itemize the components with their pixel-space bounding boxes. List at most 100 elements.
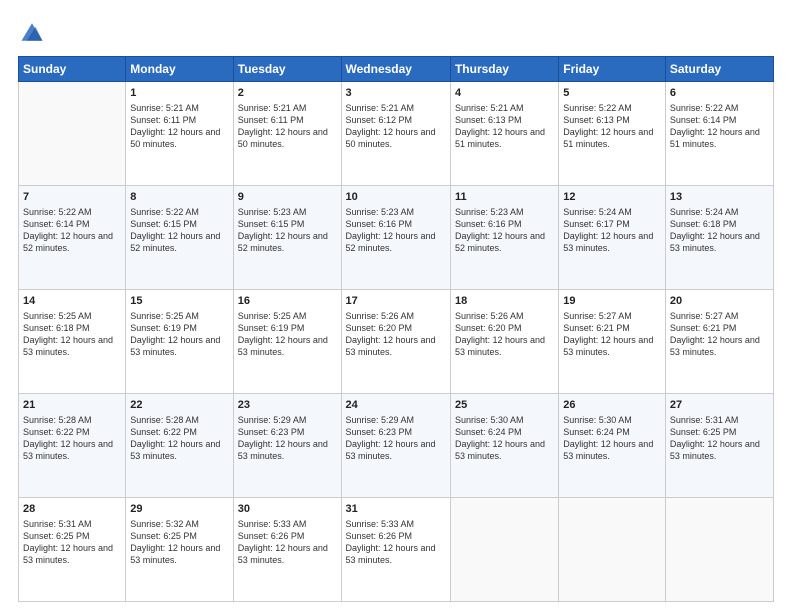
calendar-cell: 4Sunrise: 5:21 AMSunset: 6:13 PMDaylight… [450,82,558,186]
day-info: Sunrise: 5:26 AMSunset: 6:20 PMDaylight:… [346,310,446,359]
header-day-thursday: Thursday [450,57,558,82]
calendar-cell: 3Sunrise: 5:21 AMSunset: 6:12 PMDaylight… [341,82,450,186]
day-number: 7 [23,190,121,205]
day-info: Sunrise: 5:22 AMSunset: 6:14 PMDaylight:… [670,102,769,151]
calendar-week-3: 14Sunrise: 5:25 AMSunset: 6:18 PMDayligh… [19,290,774,394]
day-number: 21 [23,398,121,413]
calendar-cell: 30Sunrise: 5:33 AMSunset: 6:26 PMDayligh… [233,498,341,602]
calendar-cell: 13Sunrise: 5:24 AMSunset: 6:18 PMDayligh… [665,186,773,290]
calendar-header-row: SundayMondayTuesdayWednesdayThursdayFrid… [19,57,774,82]
day-number: 24 [346,398,446,413]
header-day-monday: Monday [126,57,233,82]
day-info: Sunrise: 5:25 AMSunset: 6:18 PMDaylight:… [23,310,121,359]
day-number: 3 [346,86,446,101]
calendar-cell: 6Sunrise: 5:22 AMSunset: 6:14 PMDaylight… [665,82,773,186]
calendar-week-4: 21Sunrise: 5:28 AMSunset: 6:22 PMDayligh… [19,394,774,498]
day-number: 19 [563,294,661,309]
day-info: Sunrise: 5:22 AMSunset: 6:14 PMDaylight:… [23,206,121,255]
day-number: 31 [346,502,446,517]
calendar-cell: 7Sunrise: 5:22 AMSunset: 6:14 PMDaylight… [19,186,126,290]
day-info: Sunrise: 5:28 AMSunset: 6:22 PMDaylight:… [130,414,228,463]
day-info: Sunrise: 5:24 AMSunset: 6:18 PMDaylight:… [670,206,769,255]
calendar-cell: 12Sunrise: 5:24 AMSunset: 6:17 PMDayligh… [559,186,666,290]
day-info: Sunrise: 5:23 AMSunset: 6:15 PMDaylight:… [238,206,337,255]
day-info: Sunrise: 5:27 AMSunset: 6:21 PMDaylight:… [670,310,769,359]
day-number: 14 [23,294,121,309]
header-day-friday: Friday [559,57,666,82]
day-number: 30 [238,502,337,517]
header-day-sunday: Sunday [19,57,126,82]
calendar-table: SundayMondayTuesdayWednesdayThursdayFrid… [18,56,774,602]
day-number: 6 [670,86,769,101]
day-info: Sunrise: 5:23 AMSunset: 6:16 PMDaylight:… [455,206,554,255]
day-number: 15 [130,294,228,309]
calendar-cell: 20Sunrise: 5:27 AMSunset: 6:21 PMDayligh… [665,290,773,394]
day-info: Sunrise: 5:29 AMSunset: 6:23 PMDaylight:… [346,414,446,463]
day-number: 11 [455,190,554,205]
logo [18,18,48,46]
calendar-cell: 19Sunrise: 5:27 AMSunset: 6:21 PMDayligh… [559,290,666,394]
calendar-cell: 26Sunrise: 5:30 AMSunset: 6:24 PMDayligh… [559,394,666,498]
day-number: 12 [563,190,661,205]
day-number: 13 [670,190,769,205]
calendar-cell: 8Sunrise: 5:22 AMSunset: 6:15 PMDaylight… [126,186,233,290]
calendar-cell: 28Sunrise: 5:31 AMSunset: 6:25 PMDayligh… [19,498,126,602]
day-info: Sunrise: 5:28 AMSunset: 6:22 PMDaylight:… [23,414,121,463]
day-number: 2 [238,86,337,101]
calendar-cell: 11Sunrise: 5:23 AMSunset: 6:16 PMDayligh… [450,186,558,290]
day-info: Sunrise: 5:23 AMSunset: 6:16 PMDaylight:… [346,206,446,255]
day-number: 10 [346,190,446,205]
day-info: Sunrise: 5:33 AMSunset: 6:26 PMDaylight:… [238,518,337,567]
day-info: Sunrise: 5:30 AMSunset: 6:24 PMDaylight:… [455,414,554,463]
calendar-week-1: 1 Sunrise: 5:21 AMSunset: 6:11 PMDaylight… [19,82,774,186]
calendar-cell [559,498,666,602]
day-info: Sunrise: 5:22 AMSunset: 6:15 PMDaylight:… [130,206,228,255]
calendar-cell: 2Sunrise: 5:21 AMSunset: 6:11 PMDaylight… [233,82,341,186]
day-number: 8 [130,190,228,205]
day-info: Sunrise: 5:25 AMSunset: 6:19 PMDaylight:… [130,310,228,359]
day-number: 5 [563,86,661,101]
day-info: Sunrise: 5:22 AMSunset: 6:13 PMDaylight:… [563,102,661,151]
calendar-cell [19,82,126,186]
calendar-cell: 31Sunrise: 5:33 AMSunset: 6:26 PMDayligh… [341,498,450,602]
day-number: 9 [238,190,337,205]
page: SundayMondayTuesdayWednesdayThursdayFrid… [0,0,792,612]
day-number: 26 [563,398,661,413]
day-info: Sunrise: 5:26 AMSunset: 6:20 PMDaylight:… [455,310,554,359]
day-number: 28 [23,502,121,517]
calendar-cell: 9Sunrise: 5:23 AMSunset: 6:15 PMDaylight… [233,186,341,290]
day-number: 16 [238,294,337,309]
day-number: 20 [670,294,769,309]
calendar-cell: 15Sunrise: 5:25 AMSunset: 6:19 PMDayligh… [126,290,233,394]
calendar-cell: 18Sunrise: 5:26 AMSunset: 6:20 PMDayligh… [450,290,558,394]
calendar-cell: 17Sunrise: 5:26 AMSunset: 6:20 PMDayligh… [341,290,450,394]
calendar-cell: 24Sunrise: 5:29 AMSunset: 6:23 PMDayligh… [341,394,450,498]
day-number: 27 [670,398,769,413]
calendar-cell: 27Sunrise: 5:31 AMSunset: 6:25 PMDayligh… [665,394,773,498]
calendar-cell: 16Sunrise: 5:25 AMSunset: 6:19 PMDayligh… [233,290,341,394]
calendar-cell [450,498,558,602]
day-info: Sunrise: 5:31 AMSunset: 6:25 PMDaylight:… [670,414,769,463]
calendar-cell: 29Sunrise: 5:32 AMSunset: 6:25 PMDayligh… [126,498,233,602]
day-number: 1 [130,86,228,101]
day-info: Sunrise: 5:25 AMSunset: 6:19 PMDaylight:… [238,310,337,359]
day-number: 4 [455,86,554,101]
calendar-cell: 10Sunrise: 5:23 AMSunset: 6:16 PMDayligh… [341,186,450,290]
day-number: 25 [455,398,554,413]
day-info: Sunrise: 5:24 AMSunset: 6:17 PMDaylight:… [563,206,661,255]
day-number: 17 [346,294,446,309]
day-info: Sunrise: 5:21 AMSunset: 6:12 PMDaylight:… [346,102,446,151]
day-number: 29 [130,502,228,517]
calendar-cell [665,498,773,602]
calendar-cell: 5Sunrise: 5:22 AMSunset: 6:13 PMDaylight… [559,82,666,186]
day-info: Sunrise: 5:21 AMSunset: 6:11 PMDaylight:… [238,102,337,151]
calendar-week-5: 28Sunrise: 5:31 AMSunset: 6:25 PMDayligh… [19,498,774,602]
calendar-cell: 21Sunrise: 5:28 AMSunset: 6:22 PMDayligh… [19,394,126,498]
header [18,18,774,46]
calendar-cell: 14Sunrise: 5:25 AMSunset: 6:18 PMDayligh… [19,290,126,394]
calendar-cell: 25Sunrise: 5:30 AMSunset: 6:24 PMDayligh… [450,394,558,498]
day-info: Sunrise: 5:29 AMSunset: 6:23 PMDaylight:… [238,414,337,463]
day-info: Sunrise: 5:32 AMSunset: 6:25 PMDaylight:… [130,518,228,567]
calendar-cell: 23Sunrise: 5:29 AMSunset: 6:23 PMDayligh… [233,394,341,498]
day-info: Sunrise: 5:27 AMSunset: 6:21 PMDaylight:… [563,310,661,359]
